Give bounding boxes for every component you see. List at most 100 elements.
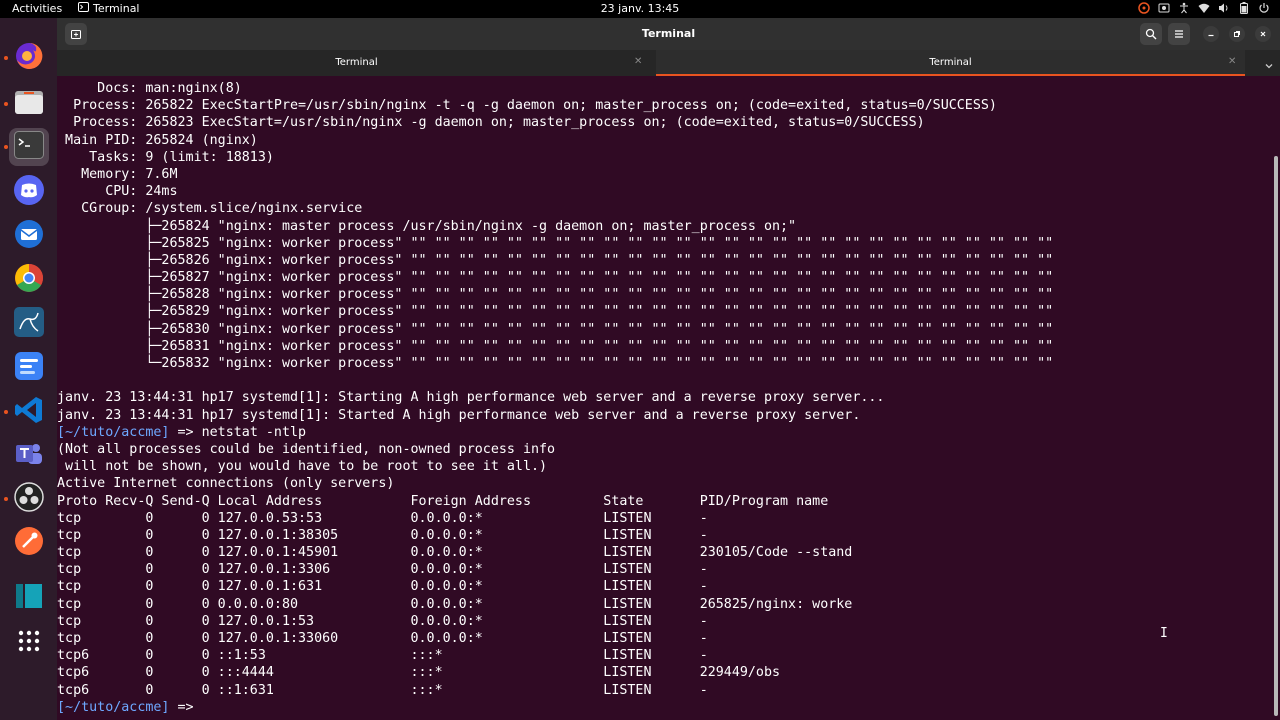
terminal-small-icon xyxy=(78,2,89,15)
vscode-icon xyxy=(14,395,44,429)
terminal-line: CGroup: /system.slice/nginx.service xyxy=(57,200,1053,217)
line-text: => netstat -ntlp xyxy=(169,424,307,440)
tab-label: Terminal xyxy=(929,57,972,68)
dock-thunderbird-button[interactable] xyxy=(13,220,45,252)
search-button[interactable] xyxy=(1140,23,1162,45)
tab-close-icon[interactable]: ✕ xyxy=(1228,56,1236,67)
line-text: Main PID: 265824 (nginx) xyxy=(57,132,258,148)
terminal-line: Process: 265823 ExecStart=/usr/sbin/ngin… xyxy=(57,114,1053,131)
clock[interactable]: 23 janv. 13:45 xyxy=(601,2,680,15)
dock-discord-button[interactable] xyxy=(13,175,45,208)
ubuntu-pro-icon[interactable] xyxy=(1138,1,1150,15)
terminal-lines: Docs: man:nginx(8) Process: 265822 ExecS… xyxy=(57,80,1053,716)
dock-window-button[interactable] xyxy=(13,582,45,614)
terminal-line: CPU: 24ms xyxy=(57,183,1053,200)
dock-firefox-button[interactable] xyxy=(13,42,45,74)
line-text: tcp 0 0 0.0.0.0:80 0.0.0.0:* LISTEN 2658… xyxy=(57,596,853,612)
search-icon xyxy=(1145,28,1157,40)
terminal-line: Main PID: 265824 (nginx) xyxy=(57,132,1053,149)
dock-obs-button[interactable] xyxy=(13,482,45,515)
window-title: Terminal xyxy=(641,27,696,40)
menu-button[interactable] xyxy=(1168,23,1190,45)
line-text: ├─265824 "nginx: master process /usr/sbi… xyxy=(57,218,797,234)
dock-todo-button[interactable] xyxy=(13,352,45,384)
wifi-icon[interactable] xyxy=(1198,1,1210,15)
dock-chrome-button[interactable] xyxy=(13,264,45,296)
line-text: (Not all processes could be identified, … xyxy=(57,441,556,457)
battery-icon[interactable] xyxy=(1238,1,1250,15)
screenshot-icon[interactable] xyxy=(1158,1,1170,15)
window-icon xyxy=(14,581,44,615)
close-button[interactable] xyxy=(1255,26,1271,42)
terminal-line: Process: 265822 ExecStartPre=/usr/sbin/n… xyxy=(57,97,1053,114)
terminal-line: Proto Recv-Q Send-Q Local Address Foreig… xyxy=(57,493,1053,510)
tab-list-chevron-down-icon[interactable] xyxy=(1264,56,1274,75)
maximize-button[interactable] xyxy=(1229,26,1245,42)
teams-icon xyxy=(14,439,44,473)
accessibility-icon[interactable] xyxy=(1178,1,1190,15)
tab-close-icon[interactable]: ✕ xyxy=(634,56,642,67)
system-tray[interactable] xyxy=(1138,1,1270,15)
terminal-line: tcp 0 0 0.0.0.0:80 0.0.0.0:* LISTEN 2658… xyxy=(57,596,1053,613)
dock-teams-button[interactable] xyxy=(13,440,45,472)
line-text: => xyxy=(169,699,202,715)
line-text: tcp6 0 0 :::4444 :::* LISTEN 229449/obs xyxy=(57,665,781,681)
terminal-line: ├─265824 "nginx: master process /usr/sbi… xyxy=(57,218,1053,235)
terminal-line: tcp6 0 0 :::4444 :::* LISTEN 229449/obs xyxy=(57,664,1053,681)
app-menu[interactable]: Terminal xyxy=(78,2,140,15)
line-text: janv. 23 13:44:31 hp17 systemd[1]: Start… xyxy=(57,407,861,423)
terminal-line: janv. 23 13:44:31 hp17 systemd[1]: Start… xyxy=(57,407,1053,424)
terminal-line: ├─265825 "nginx: worker process" "" "" "… xyxy=(57,235,1053,252)
minimize-icon xyxy=(1208,34,1214,37)
prompt-line: [~/tuto/accme] => netstat -ntlp xyxy=(57,424,1053,441)
terminal-line: tcp 0 0 127.0.0.1:33060 0.0.0.0:* LISTEN… xyxy=(57,630,1053,647)
tab-terminal-1[interactable]: Terminal ✕ xyxy=(57,50,656,76)
running-indicator xyxy=(4,410,8,414)
thunderbird-icon xyxy=(14,219,44,253)
line-text: ├─265828 "nginx: worker process" "" "" "… xyxy=(57,287,1054,303)
terminal-line: tcp 0 0 127.0.0.1:53 0.0.0.0:* LISTEN - xyxy=(57,613,1053,630)
volume-icon[interactable] xyxy=(1218,1,1230,15)
terminal-line: tcp 0 0 127.0.0.1:45901 0.0.0.0:* LISTEN… xyxy=(57,544,1053,561)
line-text: └─265832 "nginx: worker process" "" "" "… xyxy=(57,356,1054,371)
dock-files-button[interactable] xyxy=(13,88,45,120)
line-text: Process: 265822 ExecStartPre=/usr/sbin/n… xyxy=(57,98,997,114)
terminal-line: ├─265831 "nginx: worker process" "" "" "… xyxy=(57,338,1053,355)
line-text: tcp 0 0 127.0.0.1:53 0.0.0.0:* LISTEN - xyxy=(57,613,708,629)
dock-terminal-button[interactable] xyxy=(9,128,49,166)
dock-postman-button[interactable] xyxy=(13,527,45,559)
terminal-line: will not be shown, you would have to be … xyxy=(57,458,1053,475)
activities-button[interactable]: Activities xyxy=(12,2,62,15)
terminal-line: tcp 0 0 127.0.0.1:38305 0.0.0.0:* LISTEN… xyxy=(57,527,1053,544)
line-text: ├─265827 "nginx: worker process" "" "" "… xyxy=(57,270,1054,286)
terminal-scrollbar[interactable] xyxy=(1271,76,1280,720)
terminal-output[interactable]: Docs: man:nginx(8) Process: 265822 ExecS… xyxy=(57,76,1271,720)
postman-icon xyxy=(14,526,44,560)
line-text: Process: 265823 ExecStart=/usr/sbin/ngin… xyxy=(57,115,925,131)
line-text: tcp 0 0 127.0.0.1:3306 0.0.0.0:* LISTEN … xyxy=(57,562,708,578)
terminal-line: ├─265827 "nginx: worker process" "" "" "… xyxy=(57,269,1053,286)
minimize-button[interactable] xyxy=(1203,26,1219,42)
line-text: tcp6 0 0 ::1:631 :::* LISTEN - xyxy=(57,682,708,698)
terminal-line: janv. 23 13:44:31 hp17 systemd[1]: Start… xyxy=(57,389,1053,406)
terminal-line: ├─265828 "nginx: worker process" "" "" "… xyxy=(57,286,1053,303)
tab-label: Terminal xyxy=(335,57,378,68)
tab-terminal-2[interactable]: Terminal ✕ xyxy=(656,50,1245,76)
scrollbar-thumb[interactable] xyxy=(1274,156,1278,716)
restore-icon xyxy=(1234,31,1240,37)
line-text: ├─265831 "nginx: worker process" "" "" "… xyxy=(57,338,1054,354)
power-icon[interactable] xyxy=(1258,1,1270,15)
terminal-line: Tasks: 9 (limit: 18813) xyxy=(57,149,1053,166)
dock-vscode-button[interactable] xyxy=(13,396,45,428)
terminal-icon xyxy=(14,131,44,163)
dock-app-grid-button[interactable] xyxy=(13,627,45,659)
dock-mysql-workbench-button[interactable] xyxy=(13,307,45,340)
terminal-line: Active Internet connections (only server… xyxy=(57,475,1053,492)
text-cursor-icon: I xyxy=(1160,626,1168,641)
line-text: ├─265825 "nginx: worker process" "" "" "… xyxy=(57,235,1054,251)
line-text: tcp 0 0 127.0.0.53:53 0.0.0.0:* LISTEN - xyxy=(57,510,708,526)
header-bar[interactable]: Terminal xyxy=(57,18,1280,50)
line-text: janv. 23 13:44:31 hp17 systemd[1]: Start… xyxy=(57,390,885,406)
line-text: Docs: man:nginx(8) xyxy=(57,81,242,96)
